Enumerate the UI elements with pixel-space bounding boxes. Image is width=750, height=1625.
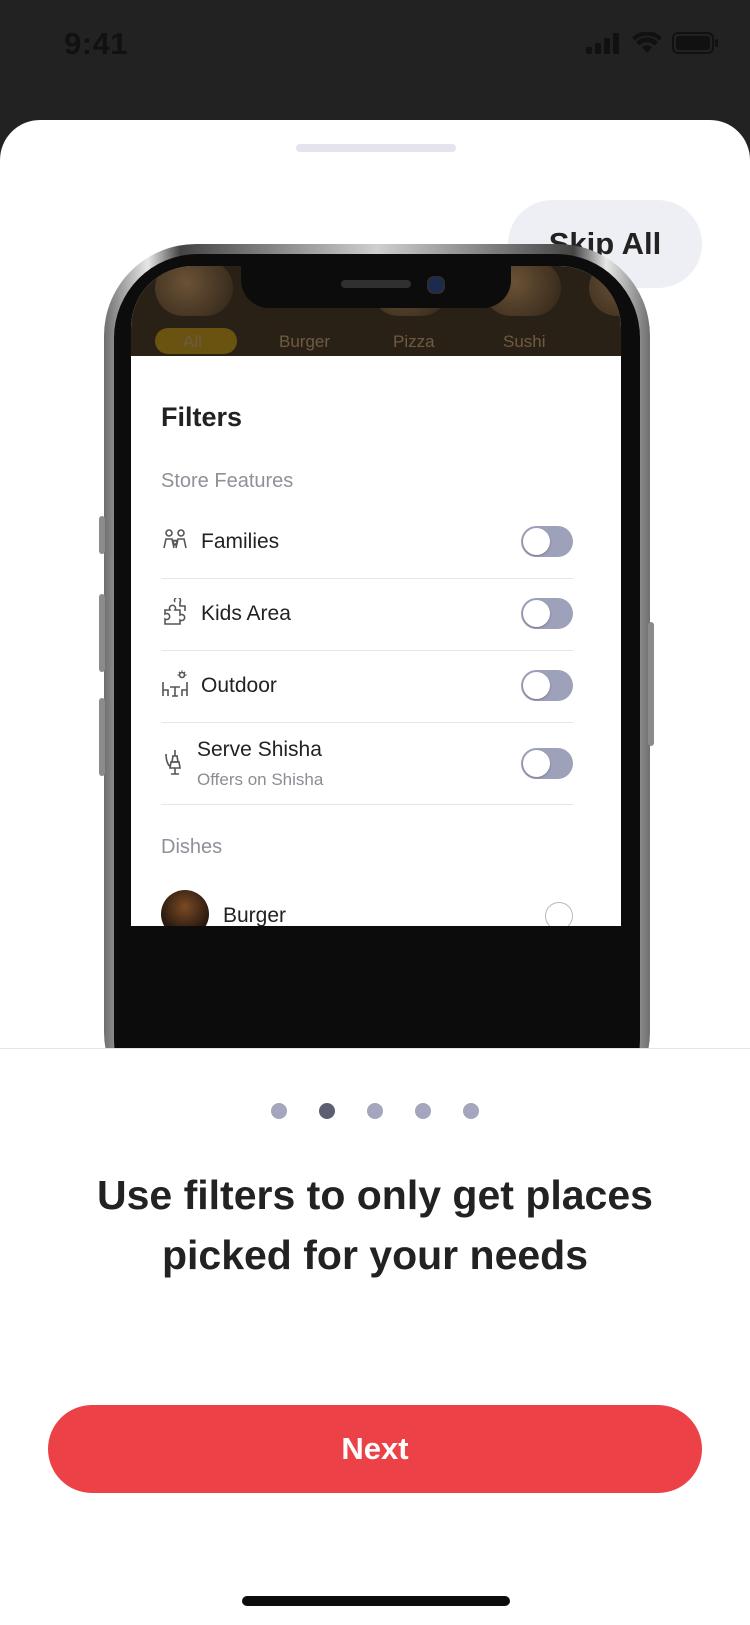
category-strip: All Burger Pizza Sushi: [131, 266, 621, 356]
status-bar: 9:41: [0, 0, 750, 110]
families-icon: [163, 529, 187, 549]
wifi-icon: [632, 32, 662, 53]
section-label-dishes: Dishes: [161, 836, 223, 858]
onboarding-card: Use filters to only get places picked fo…: [0, 1048, 750, 1625]
page-dot-active[interactable]: [319, 1103, 335, 1119]
feature-label: Kids Area: [201, 602, 291, 625]
phone-screen: All Burger Pizza Sushi Filters Store Fea…: [131, 266, 621, 926]
category-label: Burger: [279, 332, 331, 351]
page-dot[interactable]: [271, 1103, 287, 1119]
next-button[interactable]: Next: [48, 1405, 702, 1493]
phone-side-button: [99, 594, 105, 672]
page-dot[interactable]: [463, 1103, 479, 1119]
feature-sublabel: Offers on Shisha: [197, 770, 324, 789]
category-thumb: [155, 266, 233, 316]
category-label: All: [183, 332, 202, 351]
category-label: Sushi: [503, 332, 546, 351]
feature-row-kids-area[interactable]: Kids Area: [161, 578, 573, 651]
home-indicator[interactable]: [242, 1596, 510, 1606]
toggle-knob: [523, 750, 550, 777]
outdoor-table-icon: [162, 670, 188, 697]
feature-label: Families: [201, 530, 280, 553]
outdoor-toggle[interactable]: [521, 670, 573, 701]
phone-side-button: [99, 698, 105, 776]
phone-notch: [241, 266, 511, 308]
sheet-grabber[interactable]: [296, 144, 456, 152]
shisha-icon: [165, 750, 181, 775]
filters-title: Filters: [161, 402, 243, 432]
status-time: 9:41: [64, 26, 129, 61]
toggle-knob: [523, 528, 550, 555]
phone-speaker: [341, 280, 411, 288]
page-dot[interactable]: [367, 1103, 383, 1119]
page-indicator: [0, 1103, 750, 1119]
battery-icon: [672, 32, 718, 54]
phone-side-button: [99, 516, 105, 554]
feature-row-serve-shisha[interactable]: Serve Shisha Offers on Shisha: [161, 722, 573, 805]
cellular-signal-icon: [586, 33, 619, 54]
phone-side-button: [648, 622, 654, 746]
dish-label: Burger: [223, 904, 287, 926]
page-dot[interactable]: [415, 1103, 431, 1119]
families-toggle[interactable]: [521, 526, 573, 557]
feature-row-outdoor[interactable]: Outdoor: [161, 650, 573, 723]
toggle-knob: [523, 672, 550, 699]
toggle-knob: [523, 600, 550, 627]
dish-avatar: [161, 890, 209, 926]
onboarding-headline: Use filters to only get places picked fo…: [97, 1172, 653, 1278]
feature-row-families[interactable]: Families: [161, 506, 573, 579]
section-label-store-features: Store Features: [161, 470, 294, 492]
category-label: Pizza: [393, 332, 435, 351]
front-camera-icon: [427, 276, 445, 294]
puzzle-icon: [164, 598, 186, 625]
kids-area-toggle[interactable]: [521, 598, 573, 629]
category-thumb: [589, 266, 621, 316]
feature-label: Outdoor: [201, 674, 277, 697]
status-icons: [586, 32, 718, 54]
dish-radio[interactable]: [545, 902, 573, 926]
serve-shisha-toggle[interactable]: [521, 748, 573, 779]
filters-panel: Filters Store Features Families Kids Are…: [131, 356, 621, 926]
feature-label: Serve Shisha: [197, 738, 322, 761]
